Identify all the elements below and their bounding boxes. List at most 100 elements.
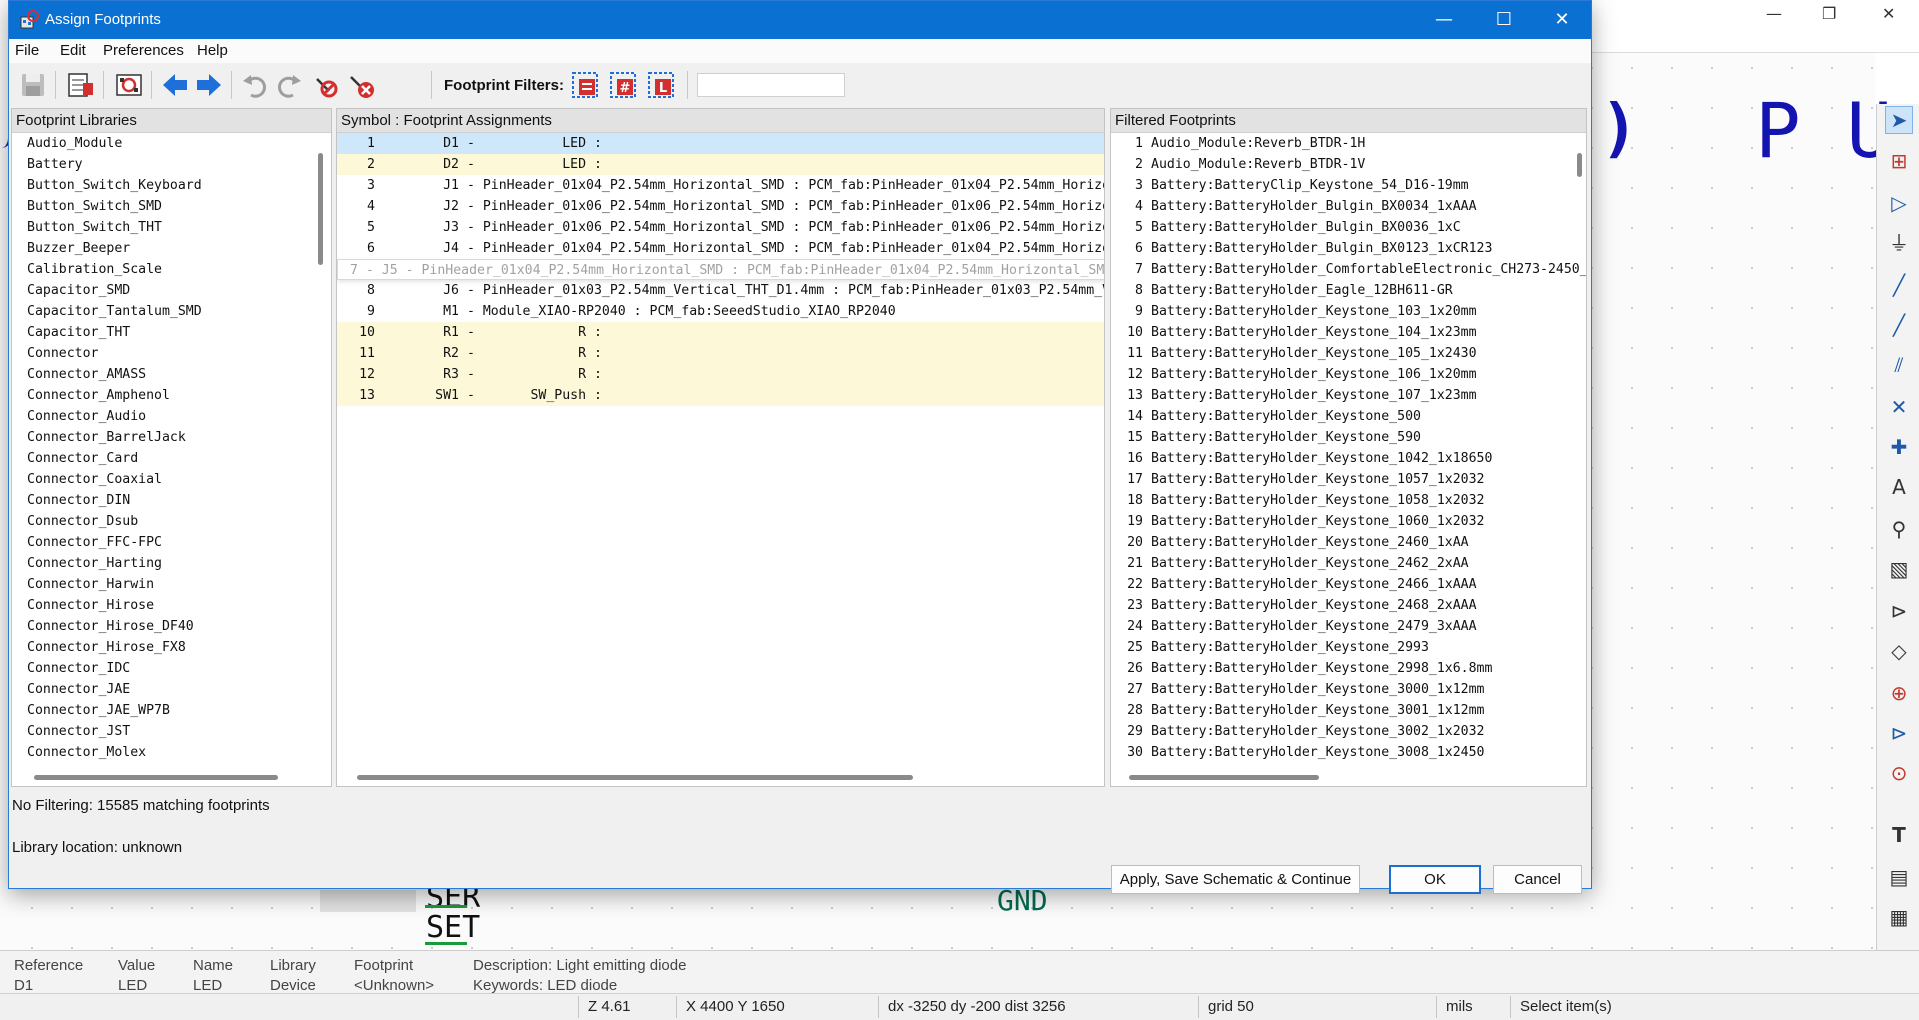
assignment-row[interactable]: 12 R3 - R : xyxy=(337,364,1104,385)
assignments-horizontal-scrollbar[interactable] xyxy=(357,775,913,780)
menu-help[interactable]: Help xyxy=(197,42,228,59)
delete-all-assignments-icon[interactable] xyxy=(345,69,377,101)
import-pin-icon[interactable]: ⊳ xyxy=(1886,720,1912,746)
delete-assignment-icon[interactable] xyxy=(309,69,341,101)
library-list-item[interactable]: Connector xyxy=(12,343,331,364)
editor-close-button[interactable]: ✕ xyxy=(1882,4,1895,23)
assignment-row[interactable]: 11 R2 - R : xyxy=(337,343,1104,364)
assignment-row[interactable]: 1 D1 - LED : xyxy=(337,133,1104,154)
select-arrow-icon[interactable]: ➤ xyxy=(1885,106,1913,134)
footprint-list-item[interactable]: 28 Battery:BatteryHolder_Keystone_3001_1x… xyxy=(1111,700,1586,721)
library-list-item[interactable]: Connector_FFC-FPC xyxy=(12,532,331,553)
hier-pin-icon[interactable]: ◇ xyxy=(1886,638,1912,664)
assignment-row[interactable]: 2 D2 - LED : xyxy=(337,154,1104,175)
library-list-item[interactable]: Capacitor_SMD xyxy=(12,280,331,301)
menu-edit[interactable]: Edit xyxy=(60,42,86,59)
library-list-item[interactable]: Capacitor_THT xyxy=(12,322,331,343)
footprint-list-item[interactable]: 15 Battery:BatteryHolder_Keystone_590 xyxy=(1111,427,1586,448)
bus-entry-icon[interactable]: ⫽ xyxy=(1886,352,1912,378)
footprint-list-item[interactable]: 16 Battery:BatteryHolder_Keystone_1042_1x… xyxy=(1111,448,1586,469)
footprint-list-item[interactable]: 13 Battery:BatteryHolder_Keystone_107_1x2… xyxy=(1111,385,1586,406)
redo-icon[interactable] xyxy=(273,69,305,101)
add-power-icon[interactable]: ▷ xyxy=(1886,190,1912,216)
dialog-maximize-button[interactable]: ☐ xyxy=(1475,1,1533,39)
textbox-icon[interactable]: ▤ xyxy=(1886,864,1912,890)
dialog-minimize-button[interactable]: — xyxy=(1415,1,1473,39)
library-list-item[interactable]: Button_Switch_Keyboard xyxy=(12,175,331,196)
library-list-item[interactable]: Connector_Coaxial xyxy=(12,469,331,490)
footprint-list-item[interactable]: 24 Battery:BatteryHolder_Keystone_2479_3x… xyxy=(1111,616,1586,637)
library-list-item[interactable]: Connector_Hirose_DF40 xyxy=(12,616,331,637)
undo-icon[interactable] xyxy=(239,69,271,101)
library-list-item[interactable]: Buzzer_Beeper xyxy=(12,238,331,259)
footprint-list-item[interactable]: 1 Audio_Module:Reverb_BTDR-1H xyxy=(1111,133,1586,154)
library-list-item[interactable]: Connector_IDC xyxy=(12,658,331,679)
import-sheet-icon[interactable]: ⊙ xyxy=(1886,760,1912,786)
no-connect-icon[interactable]: ✕ xyxy=(1886,394,1912,420)
assignment-row[interactable]: 13 SW1 - SW_Push : xyxy=(337,385,1104,406)
apply-save-continue-button[interactable]: Apply, Save Schematic & Continue xyxy=(1111,865,1360,894)
footprints-vertical-scrollbar[interactable] xyxy=(1577,153,1582,177)
global-label-icon[interactable]: ⚲ xyxy=(1886,516,1912,542)
assignment-row[interactable]: 5 J3 - PinHeader_01x06_P2.54mm_Horizontal… xyxy=(337,217,1104,238)
filter-by-library-icon[interactable]: L xyxy=(645,69,677,101)
assignment-row[interactable]: 10 R1 - R : xyxy=(337,322,1104,343)
library-list-item[interactable]: Calibration_Scale xyxy=(12,259,331,280)
assignment-row[interactable]: 8 J6 - PinHeader_01x03_P2.54mm_Vertical_T… xyxy=(337,280,1104,301)
footprint-list-item[interactable]: 7 Battery:BatteryHolder_ComfortableElectr… xyxy=(1111,259,1586,280)
save-icon[interactable] xyxy=(17,69,49,101)
ok-button[interactable]: OK xyxy=(1389,865,1481,894)
footprint-list-item[interactable]: 18 Battery:BatteryHolder_Keystone_1058_1x… xyxy=(1111,490,1586,511)
assignment-row[interactable]: 6 J4 - PinHeader_01x04_P2.54mm_Horizontal… xyxy=(337,238,1104,259)
view-footprint-icon[interactable] xyxy=(113,69,145,101)
library-list-item[interactable]: Connector_Hirose xyxy=(12,595,331,616)
library-list-item[interactable]: Connector_JAE_WP7B xyxy=(12,700,331,721)
footprint-list-item[interactable]: 12 Battery:BatteryHolder_Keystone_106_1x2… xyxy=(1111,364,1586,385)
library-list-item[interactable]: Capacitor_Tantalum_SMD xyxy=(12,301,331,322)
library-list-item[interactable]: Button_Switch_SMD xyxy=(12,196,331,217)
footprint-list-item[interactable]: 27 Battery:BatteryHolder_Keystone_3000_1x… xyxy=(1111,679,1586,700)
library-list-item[interactable]: Connector_BarrelJack xyxy=(12,427,331,448)
footprint-filter-input[interactable] xyxy=(697,73,845,97)
footprint-list-item[interactable]: 2 Audio_Module:Reverb_BTDR-1V xyxy=(1111,154,1586,175)
footprint-table-icon[interactable] xyxy=(65,69,97,101)
footprint-list-item[interactable]: 19 Battery:BatteryHolder_Keystone_1060_1x… xyxy=(1111,511,1586,532)
wire-icon[interactable]: ╱ xyxy=(1886,272,1912,298)
libraries-horizontal-scrollbar[interactable] xyxy=(34,775,278,780)
sheet-add-icon[interactable]: ⊕ xyxy=(1886,680,1912,706)
menu-preferences[interactable]: Preferences xyxy=(103,42,184,59)
library-list-item[interactable]: Connector_Hirose_FX8 xyxy=(12,637,331,658)
library-list-item[interactable]: Connector_Audio xyxy=(12,406,331,427)
footprint-list-item[interactable]: 14 Battery:BatteryHolder_Keystone_500 xyxy=(1111,406,1586,427)
arrow-right-icon[interactable] xyxy=(193,69,225,101)
library-list-item[interactable]: Connector_Amphenol xyxy=(12,385,331,406)
assignment-row[interactable]: 4 J2 - PinHeader_01x06_P2.54mm_Horizontal… xyxy=(337,196,1104,217)
library-list-item[interactable]: Button_Switch_THT xyxy=(12,217,331,238)
library-list-item[interactable]: Connector_Harting xyxy=(12,553,331,574)
footprint-list-item[interactable]: 10 Battery:BatteryHolder_Keystone_104_1x2… xyxy=(1111,322,1586,343)
add-symbol-icon[interactable]: ⊞ xyxy=(1886,148,1912,174)
library-list-item[interactable]: Battery xyxy=(12,154,331,175)
footprint-list-item[interactable]: 4 Battery:BatteryHolder_Bulgin_BX0034_1xA… xyxy=(1111,196,1586,217)
cancel-button[interactable]: Cancel xyxy=(1493,865,1582,894)
footprint-list-item[interactable]: 8 Battery:BatteryHolder_Eagle_12BH611-GR xyxy=(1111,280,1586,301)
net-label-icon[interactable]: A xyxy=(1886,474,1912,500)
menu-file[interactable]: File xyxy=(15,42,39,59)
editor-minimize-button[interactable]: — xyxy=(1766,4,1782,23)
text-icon[interactable]: T xyxy=(1886,822,1912,848)
junction-icon[interactable]: ✚ xyxy=(1886,434,1912,460)
assignment-row[interactable]: 7J5 - PinHeader_01x04_P2.54mm_Horizontal… xyxy=(337,259,1104,280)
editor-restore-button[interactable]: ❐ xyxy=(1822,4,1836,23)
library-list-item[interactable]: Connector_JAE xyxy=(12,679,331,700)
assignment-row[interactable]: 3 J1 - PinHeader_01x04_P2.54mm_Horizontal… xyxy=(337,175,1104,196)
library-list-item[interactable]: Connector_Card xyxy=(12,448,331,469)
library-list-item[interactable]: Connector_JST xyxy=(12,721,331,742)
footprint-list-item[interactable]: 20 Battery:BatteryHolder_Keystone_2460_1x… xyxy=(1111,532,1586,553)
dialog-close-button[interactable]: ✕ xyxy=(1533,1,1591,39)
ground-icon[interactable]: ⏚ xyxy=(1886,230,1912,256)
library-list-item[interactable]: Connector_DIN xyxy=(12,490,331,511)
footprint-list-item[interactable]: 3 Battery:BatteryClip_Keystone_54_D16-19m… xyxy=(1111,175,1586,196)
library-list-item[interactable]: Connector_AMASS xyxy=(12,364,331,385)
footprint-list-item[interactable]: 23 Battery:BatteryHolder_Keystone_2468_2x… xyxy=(1111,595,1586,616)
dialog-title-bar[interactable]: Assign Footprints — ☐ ✕ xyxy=(9,1,1591,39)
